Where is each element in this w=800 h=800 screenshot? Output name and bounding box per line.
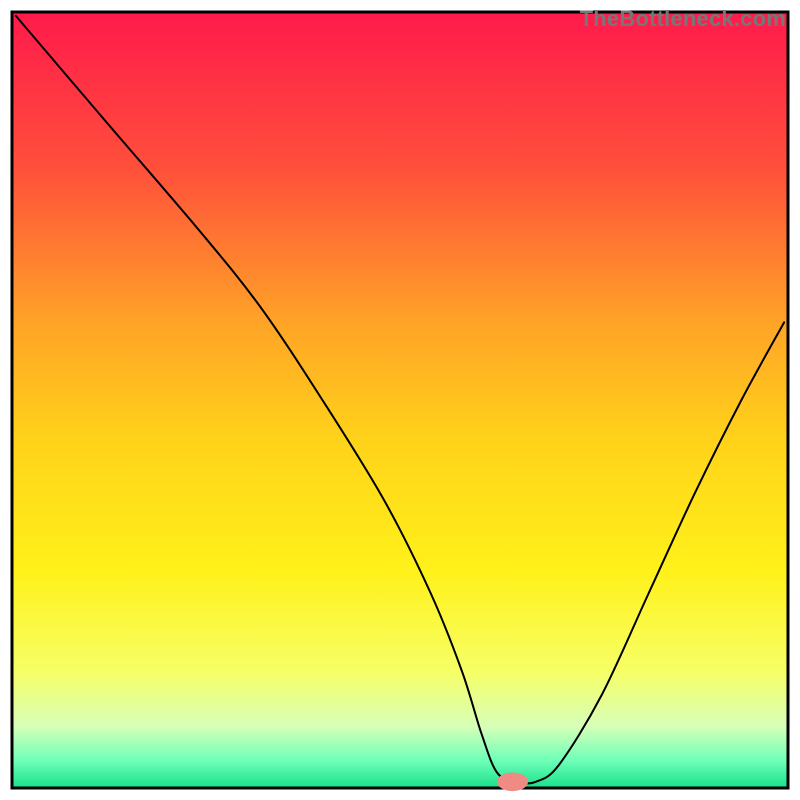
watermark-label: TheBottleneck.com <box>580 6 786 32</box>
optimal-point-marker <box>497 772 528 791</box>
chart-svg <box>0 0 800 800</box>
bottleneck-chart: TheBottleneck.com <box>0 0 800 800</box>
chart-background <box>12 12 788 788</box>
